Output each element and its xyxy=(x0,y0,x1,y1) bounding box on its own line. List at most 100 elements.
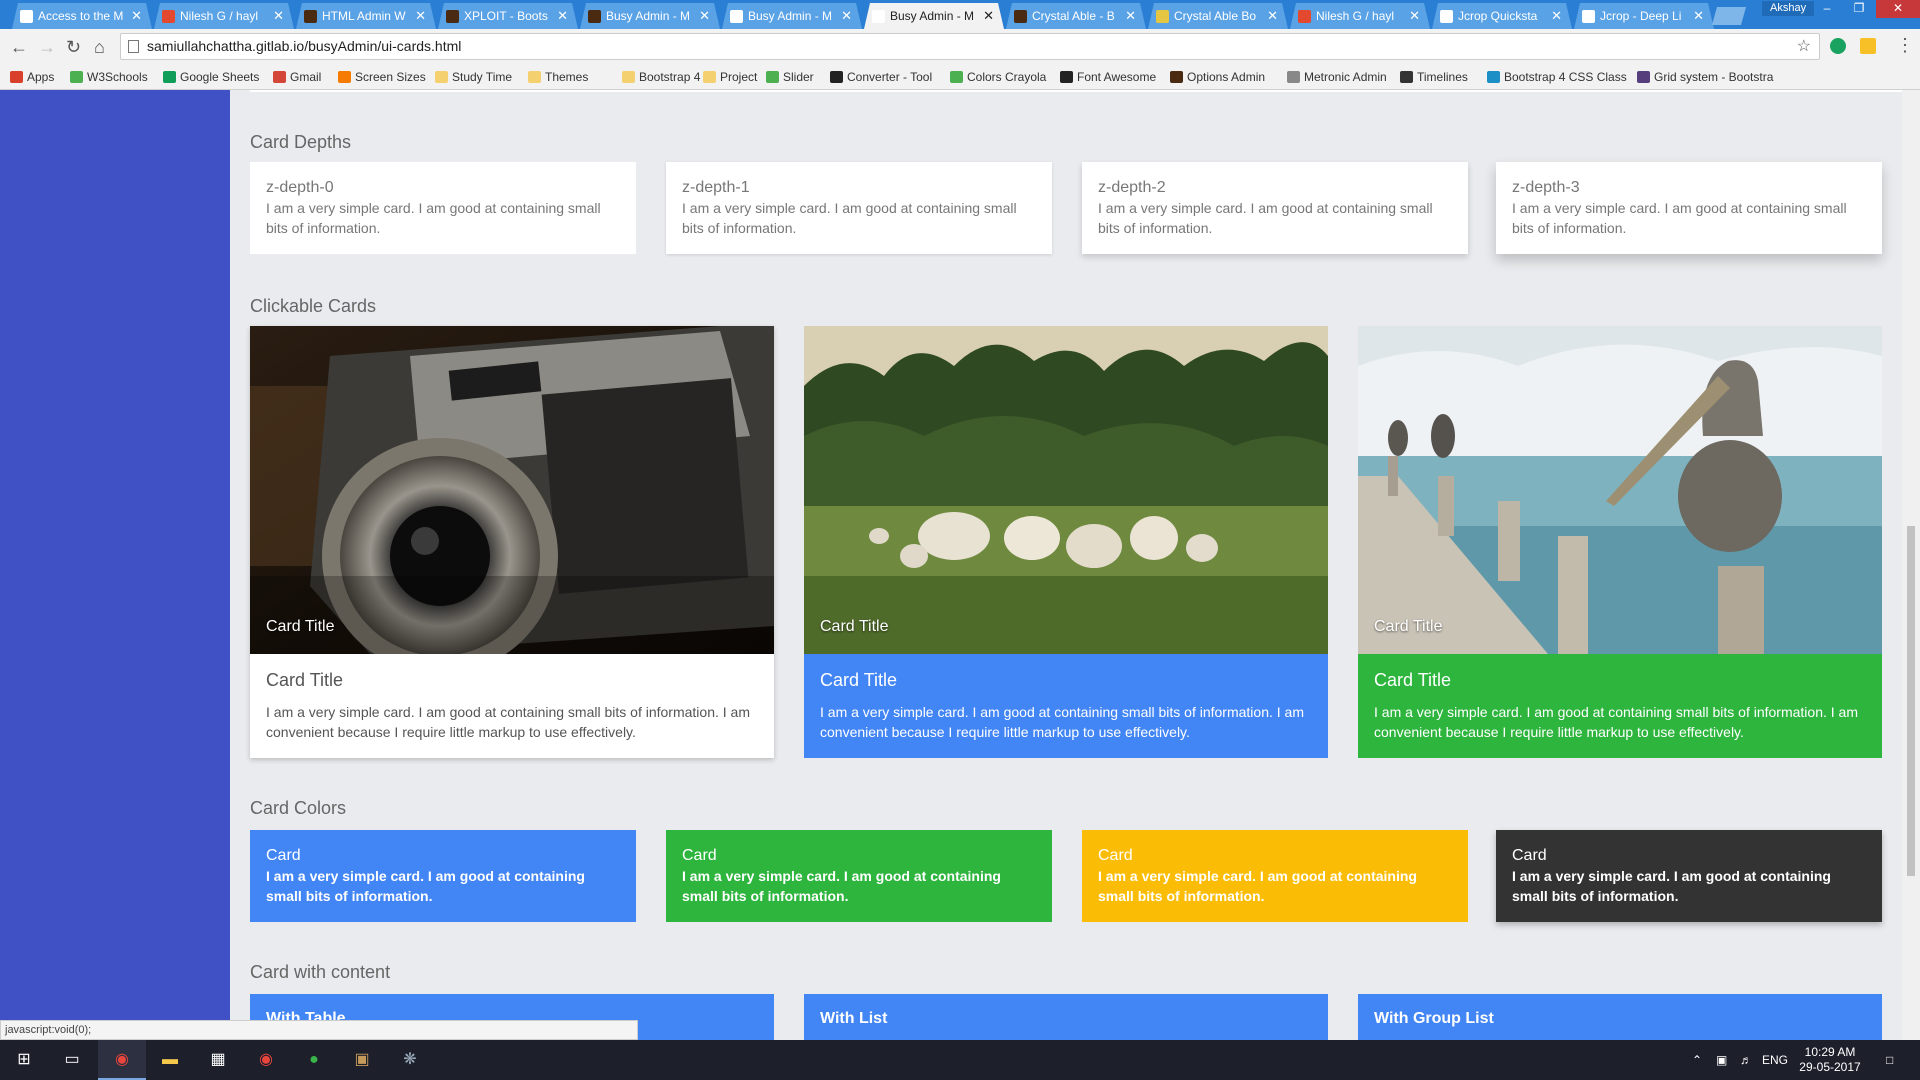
taskbar-clock[interactable]: 10:29 AM 29-05-2017 xyxy=(1790,1045,1870,1075)
card-text: I am a very simple card. I am good at co… xyxy=(1374,704,1858,740)
clock-time: 10:29 AM xyxy=(1804,1045,1856,1059)
bookmark-item[interactable]: Colors Crayola xyxy=(950,70,1046,84)
extension-star-icon[interactable] xyxy=(1860,38,1876,54)
card-title: Card Title xyxy=(820,670,898,690)
extension-green-icon[interactable] xyxy=(1830,38,1846,54)
close-window-icon[interactable]: ✕ xyxy=(1876,0,1920,18)
bookmark-label: W3Schools xyxy=(87,70,148,84)
restore-icon[interactable]: ❐ xyxy=(1844,0,1874,18)
browser-toolbar: ← → ↻ ⌂ samiullahchattha.gitlab.io/busyA… xyxy=(0,29,1920,65)
tab-close-icon[interactable]: ✕ xyxy=(131,3,142,29)
section-title-card-colors: Card Colors xyxy=(250,798,347,818)
bookmark-icon xyxy=(70,71,83,83)
tab-title: Access to the M xyxy=(38,9,124,23)
chrome-taskbar-icon[interactable]: ◉ xyxy=(98,1040,146,1080)
bookmark-item[interactable]: Study Time xyxy=(435,70,512,84)
new-tab-button[interactable] xyxy=(1712,7,1746,25)
bookmark-item[interactable]: Gmail xyxy=(273,70,321,84)
bookmark-icon xyxy=(528,71,541,83)
network-icon[interactable]: ▣ xyxy=(1716,1040,1727,1080)
card-title: Card xyxy=(1098,847,1133,864)
browser-tab[interactable]: Busy Admin - M ✕ xyxy=(580,3,720,29)
bookmark-label: Converter - Tool xyxy=(847,70,933,84)
page-scrollbar[interactable] xyxy=(1902,90,1920,1040)
terminal-icon[interactable]: ▦ xyxy=(194,1040,242,1080)
tab-close-icon[interactable]: ✕ xyxy=(1693,3,1704,29)
bookmark-item[interactable]: Timelines xyxy=(1400,70,1468,84)
browser-tab[interactable]: Busy Admin - M ✕ xyxy=(722,3,862,29)
profile-button[interactable]: Akshay xyxy=(1762,1,1815,16)
tab-close-icon[interactable]: ✕ xyxy=(1551,3,1562,29)
tab-close-icon[interactable]: ✕ xyxy=(1409,3,1420,29)
back-icon[interactable]: ← xyxy=(10,37,28,58)
windows-start-icon[interactable]: ⊞ xyxy=(0,1040,48,1080)
tab-close-icon[interactable]: ✕ xyxy=(415,3,426,29)
tab-favicon-icon xyxy=(20,10,33,23)
bookmark-item[interactable]: Themes xyxy=(528,70,588,84)
tab-close-icon[interactable]: ✕ xyxy=(841,3,852,29)
bookmark-item[interactable]: Grid system - Bootstra xyxy=(1637,70,1773,84)
browser-tab[interactable]: Crystal Able Bo ✕ xyxy=(1148,3,1288,29)
bookmark-item[interactable]: Google Sheets xyxy=(163,70,259,84)
card-title: With Group List xyxy=(1374,1010,1494,1027)
bookmark-item[interactable]: Screen Sizes xyxy=(338,70,426,84)
tab-close-icon[interactable]: ✕ xyxy=(699,3,710,29)
tab-close-icon[interactable]: ✕ xyxy=(983,3,994,29)
tab-title: Nilesh G / hayl xyxy=(180,9,259,23)
bookmark-icon xyxy=(703,71,716,83)
depth-card-3: z-depth-3 I am a very simple card. I am … xyxy=(1496,162,1882,254)
bookmark-item[interactable]: Slider xyxy=(766,70,814,84)
tab-close-icon[interactable]: ✕ xyxy=(273,3,284,29)
volume-icon[interactable]: ♬ xyxy=(1740,1040,1752,1080)
main-content: Card Depths z-depth-0 I am a very simple… xyxy=(230,90,1902,1040)
bookmark-icon xyxy=(1170,71,1183,83)
browser-tab[interactable]: Crystal Able - B ✕ xyxy=(1006,3,1146,29)
browser-tab[interactable]: Nilesh G / hayl ✕ xyxy=(1290,3,1430,29)
clickable-card-2[interactable]: Card Title Card Title I am a very simple… xyxy=(804,326,1328,758)
scrollbar-thumb[interactable] xyxy=(1907,526,1915,876)
tab-close-icon[interactable]: ✕ xyxy=(1125,3,1136,29)
browser-tab[interactable]: Jcrop - Deep Li ✕ xyxy=(1574,3,1714,29)
bookmark-icon xyxy=(1060,71,1073,83)
bookmarks-bar: Apps W3Schools Google Sheets Gmail Screen Si… xyxy=(0,65,1920,90)
browser-tab[interactable]: Busy Admin - M ✕ xyxy=(864,3,1004,29)
reload-icon[interactable]: ↻ xyxy=(66,37,81,58)
pinned-app-icon[interactable]: ❋ xyxy=(386,1040,434,1080)
browser-tab[interactable]: HTML Admin W ✕ xyxy=(296,3,436,29)
address-bar[interactable]: samiullahchattha.gitlab.io/busyAdmin/ui-… xyxy=(120,33,1820,60)
tab-favicon-icon xyxy=(446,10,459,23)
minimize-icon[interactable]: – xyxy=(1812,0,1842,18)
home-icon[interactable]: ⌂ xyxy=(94,37,105,58)
bookmark-item[interactable]: Options Admin xyxy=(1170,70,1265,84)
bookmark-item[interactable]: W3Schools xyxy=(70,70,148,84)
browser-tab[interactable]: Jcrop Quicksta ✕ xyxy=(1432,3,1572,29)
file-explorer-icon[interactable]: ▬ xyxy=(146,1040,194,1080)
task-view-icon[interactable]: ▭ xyxy=(48,1040,96,1080)
bookmark-item[interactable]: Metronic Admin xyxy=(1287,70,1387,84)
clickable-card-3[interactable]: Card Title Card Title I am a very simple… xyxy=(1358,326,1882,758)
tab-close-icon[interactable]: ✕ xyxy=(557,3,568,29)
chrome-menu-icon[interactable]: ⋮ xyxy=(1896,35,1914,56)
notifications-icon[interactable]: □ xyxy=(1886,1040,1893,1080)
section-title-clickable-cards: Clickable Cards xyxy=(250,296,377,316)
language-indicator[interactable]: ENG xyxy=(1762,1040,1788,1080)
bookmark-item[interactable]: Converter - Tool xyxy=(830,70,932,84)
clickable-card-1[interactable]: Card Title Card Title I am a very simple… xyxy=(250,326,774,758)
tab-close-icon[interactable]: ✕ xyxy=(1267,3,1278,29)
browser-tab[interactable]: Nilesh G / hayl ✕ xyxy=(154,3,294,29)
browser-tab[interactable]: XPLOIT - Boots ✕ xyxy=(438,3,578,29)
app-taskbar-icon[interactable]: ▣ xyxy=(338,1040,386,1080)
bookmark-item[interactable]: Bootstrap 4 CSS Class xyxy=(1487,70,1627,84)
chat-app-icon[interactable]: ● xyxy=(290,1040,338,1080)
tray-expand-icon[interactable]: ⌃ xyxy=(1692,1040,1702,1080)
chrome-alt-icon[interactable]: ◉ xyxy=(242,1040,290,1080)
bookmark-star-icon[interactable]: ☆ xyxy=(1797,34,1811,59)
browser-tab[interactable]: Access to the M ✕ xyxy=(12,3,152,29)
bookmark-item[interactable]: Bootstrap 4 xyxy=(622,70,700,84)
forward-icon[interactable]: → xyxy=(38,37,56,58)
bookmark-item[interactable]: Project xyxy=(703,70,757,84)
card-title: z-depth-2 xyxy=(1098,179,1166,196)
bookmark-item[interactable]: Apps xyxy=(10,70,54,84)
bookmark-item[interactable]: Font Awesome xyxy=(1060,70,1156,84)
bookmark-label: Options Admin xyxy=(1187,70,1266,84)
